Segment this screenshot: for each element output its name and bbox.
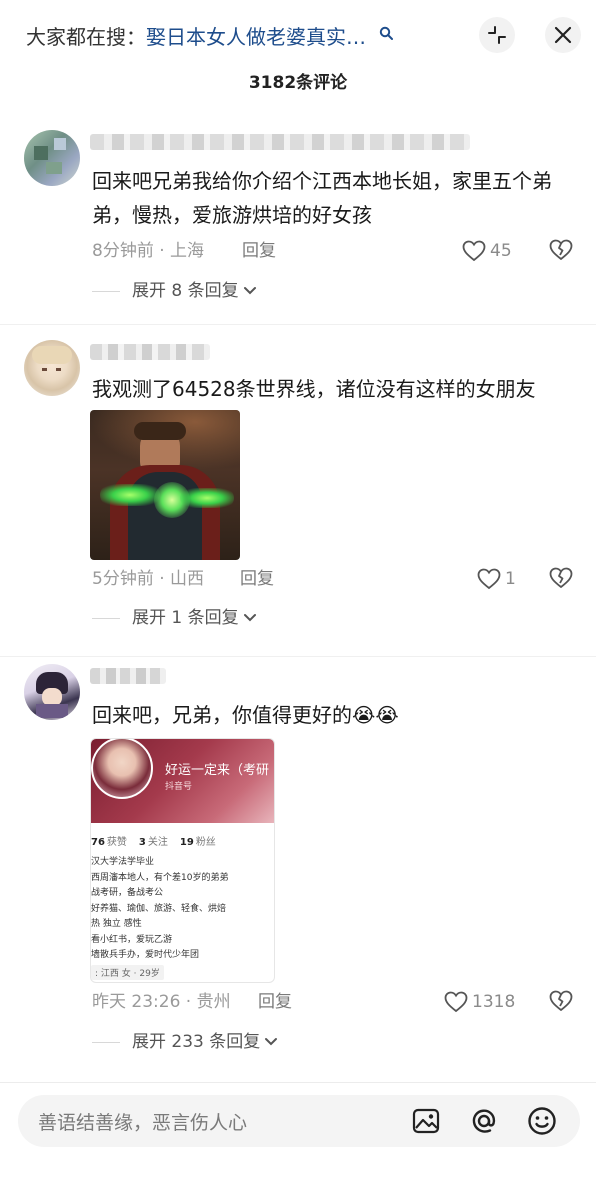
- avatar[interactable]: [24, 664, 80, 720]
- mention-icon: [472, 1109, 496, 1133]
- stat-label: 粉丝: [195, 837, 216, 848]
- comment-count: 3182条评论: [248, 73, 348, 93]
- search-icon[interactable]: [374, 26, 393, 44]
- dislike-button[interactable]: [549, 239, 573, 265]
- stat-number: 3: [138, 837, 146, 848]
- comment-item: 我观测了64528条世界线，诸位没有这样的女朋友 5分钟前 · 山西 回复 1 …: [0, 332, 596, 652]
- expand-replies-button[interactable]: 展开 8 条回复: [92, 279, 257, 303]
- stat-label: 关注: [147, 837, 168, 848]
- like-count: 1: [505, 569, 516, 589]
- reply-button[interactable]: 回复: [240, 567, 274, 591]
- broken-heart-icon: [549, 239, 573, 260]
- avatar[interactable]: [24, 340, 80, 396]
- username-blurred[interactable]: [90, 344, 210, 360]
- heart-icon: [477, 568, 501, 590]
- close-button[interactable]: [545, 17, 581, 53]
- search-query-link[interactable]: 娶日本女人做老婆真实…: [146, 25, 366, 49]
- like-count: 1318: [472, 992, 516, 1012]
- top-bar: 大家都在搜：娶日本女人做老婆真实…: [0, 0, 596, 72]
- section-divider: [0, 656, 596, 657]
- expand-replies-label: 展开 233 条回复: [132, 1032, 261, 1052]
- mention-button[interactable]: [468, 1105, 500, 1137]
- profile-tags: : 江西 女 · 29岁: [91, 965, 164, 980]
- bio-line: 热 独立 感性: [91, 919, 142, 929]
- profile-bio: 汉大学法学毕业 西周瀋本地人，有个差10岁的弟弟 战考研，备战考公 好养猫、瑜伽…: [91, 855, 274, 964]
- bio-line: 墙散兵手办，爱时代少年团: [91, 950, 200, 960]
- expand-replies-button[interactable]: 展开 233 条回复: [92, 1030, 278, 1054]
- chevron-down-icon: [243, 614, 256, 622]
- image-button[interactable]: [410, 1105, 442, 1137]
- comment-image-profile-screenshot[interactable]: 好运一定来（考研 抖音号 76 获赞 3 关注 19 粉丝 汉大学法学毕业 西周瀋本地人，…: [90, 738, 275, 983]
- image-icon: [412, 1108, 440, 1134]
- reply-button[interactable]: 回复: [242, 239, 276, 263]
- divider: [92, 290, 120, 292]
- stat-label: 获赞: [106, 837, 127, 848]
- like-count: 45: [490, 241, 512, 261]
- comment-time-location: 5分钟前 · 山西: [92, 569, 205, 589]
- divider: [92, 617, 120, 619]
- comment-input[interactable]: 善语结善缘，恶言伤人心: [18, 1095, 580, 1147]
- comment-text: 回来吧兄弟我给你介绍个江西本地长姐，家里五个弟弟，慢热，爱旅游烘培的好女孩: [92, 169, 552, 227]
- profile-sub: 抖音号: [165, 782, 193, 792]
- broken-heart-icon: [549, 567, 573, 588]
- close-icon: [554, 26, 572, 44]
- like-button[interactable]: 45: [462, 239, 512, 263]
- dislike-button[interactable]: [549, 567, 573, 593]
- collapse-icon: [488, 26, 506, 44]
- like-button[interactable]: 1318: [444, 990, 515, 1014]
- avatar[interactable]: [24, 130, 80, 186]
- comment-time-location: 昨天 23:26 · 贵州: [92, 992, 231, 1012]
- bio-line: 西周瀋本地人，有个差10岁的弟弟: [91, 872, 229, 883]
- dislike-button[interactable]: [549, 990, 573, 1016]
- comment-image[interactable]: [90, 410, 240, 560]
- comment-item: 回来吧，兄弟，你值得更好的😭😭 好运一定来（考研 抖音号 76 获赞 3 关注 19 粉丝…: [0, 660, 596, 1070]
- chevron-down-icon: [243, 287, 256, 295]
- stat-number: 76: [91, 837, 105, 848]
- comment-text: 我观测了64528条世界线，诸位没有这样的女朋友: [92, 377, 536, 401]
- profile-avatar: [91, 739, 153, 799]
- like-button[interactable]: 1: [477, 567, 516, 591]
- reply-button[interactable]: 回复: [258, 990, 292, 1014]
- bio-line: 好养猫、瑜伽、旅游、轻食、烘焙: [91, 903, 227, 914]
- profile-name: 好运一定来（考研: [165, 763, 270, 778]
- username-blurred[interactable]: [90, 134, 470, 150]
- comment-item: 回来吧兄弟我给你介绍个江西本地长姐，家里五个弟弟，慢热，爱旅游烘培的好女孩 8分…: [0, 120, 596, 320]
- heart-icon: [444, 991, 468, 1013]
- heart-icon: [462, 240, 486, 262]
- divider: [92, 1041, 120, 1043]
- bio-line: 战考研，备战考公: [91, 888, 164, 898]
- search-suggestion[interactable]: 大家都在搜：娶日本女人做老婆真实…: [26, 20, 393, 52]
- username-blurred[interactable]: [90, 668, 166, 684]
- emoji-icon: [528, 1107, 556, 1135]
- emoji-button[interactable]: [526, 1105, 558, 1137]
- expand-replies-label: 展开 1 条回复: [132, 608, 239, 628]
- bio-line: 看小红书，爱玩乙游: [91, 934, 173, 945]
- stat-number: 19: [179, 837, 194, 848]
- comment-input-bar: 善语结善缘，恶言伤人心: [0, 1082, 596, 1200]
- broken-heart-icon: [549, 990, 573, 1011]
- section-divider: [0, 324, 596, 325]
- comment-input-placeholder: 善语结善缘，恶言伤人心: [38, 1112, 248, 1134]
- search-prefix: 大家都在搜：: [26, 25, 146, 49]
- expand-replies-button[interactable]: 展开 1 条回复: [92, 606, 257, 630]
- comment-text: 回来吧，兄弟，你值得更好的😭😭: [92, 703, 399, 727]
- chevron-down-icon: [265, 1038, 278, 1046]
- collapse-button[interactable]: [479, 17, 515, 53]
- profile-stats: 76 获赞 3 关注 19 粉丝: [91, 833, 274, 848]
- expand-replies-label: 展开 8 条回复: [132, 281, 239, 301]
- bio-line: 汉大学法学毕业: [91, 857, 155, 867]
- comment-time-location: 8分钟前 · 上海: [92, 241, 205, 261]
